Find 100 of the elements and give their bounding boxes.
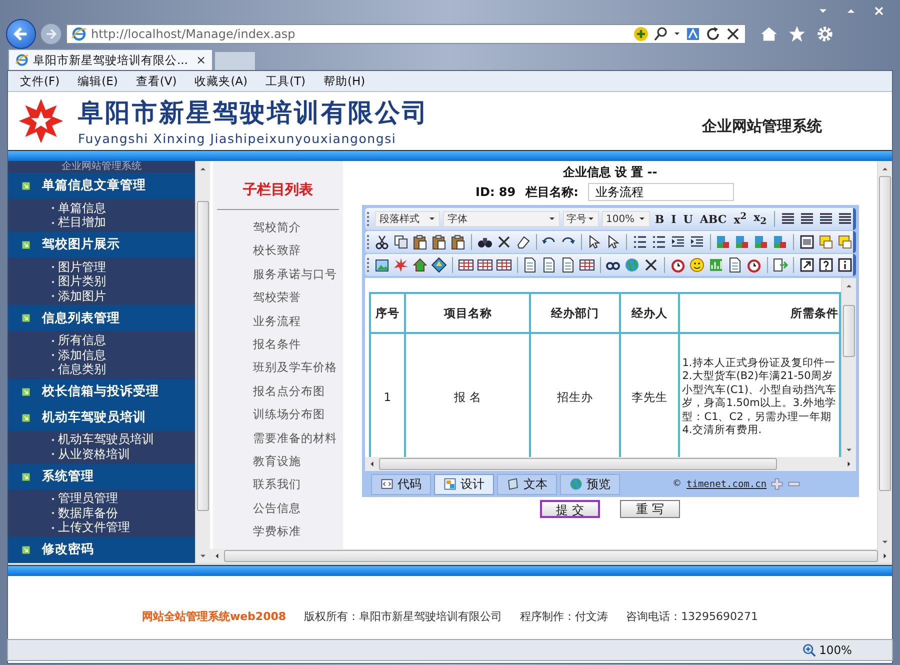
sidebar-item[interactable]: 数据库备份 xyxy=(58,504,118,522)
table-icon[interactable] xyxy=(496,257,512,273)
caret-icon[interactable] xyxy=(586,215,595,223)
home-icon[interactable] xyxy=(760,25,778,43)
sidebar-group-header[interactable]: 系统管理 xyxy=(8,464,195,490)
caret-icon[interactable] xyxy=(548,215,556,223)
clipboard-icon[interactable] xyxy=(431,234,448,250)
stop-icon[interactable] xyxy=(725,26,741,42)
zoom-in-icon[interactable] xyxy=(770,477,784,491)
house-icon[interactable] xyxy=(412,257,428,273)
page-icon[interactable] xyxy=(541,257,557,273)
caret-icon[interactable] xyxy=(428,215,436,223)
menu-item[interactable]: 查看(V) xyxy=(136,74,177,88)
browser-tab[interactable]: 阜阳市新星驾驶培训有限公... × xyxy=(8,49,214,70)
page-scrollbar[interactable] xyxy=(877,161,892,549)
page-icon[interactable] xyxy=(522,257,538,273)
burst-icon[interactable] xyxy=(393,257,410,273)
sub-column-link[interactable]: 公告信息 xyxy=(217,496,339,520)
sub-column-link[interactable]: 训练场分布图 xyxy=(217,403,339,427)
forward-button[interactable] xyxy=(40,23,62,45)
menu-item[interactable]: 编辑(E) xyxy=(78,74,118,88)
sub-column-link[interactable]: 业务流程 xyxy=(217,310,339,333)
clock-icon[interactable] xyxy=(670,257,686,273)
sidebar-scrollbar[interactable] xyxy=(195,161,210,563)
settings-icon[interactable] xyxy=(816,25,834,43)
sidebar-item[interactable]: 上传文件管理 xyxy=(58,519,130,536)
smiley-icon[interactable] xyxy=(688,257,705,273)
text-icon[interactable] xyxy=(506,477,520,491)
dropdown-field[interactable]: 字体 xyxy=(443,211,560,227)
browser-logo-icon[interactable] xyxy=(15,53,29,67)
form-button[interactable]: 重 写 xyxy=(620,500,680,518)
sidebar-group-header[interactable]: 信息列表管理 xyxy=(8,305,195,332)
clipboard-icon[interactable] xyxy=(412,234,428,250)
color-icon[interactable] xyxy=(753,234,770,250)
menu-item[interactable]: 帮助(H) xyxy=(324,74,366,88)
browser-logo-icon[interactable] xyxy=(71,26,87,42)
credit-link[interactable]: timenet.com.cn xyxy=(686,478,767,490)
table-icon[interactable] xyxy=(476,257,493,273)
star-logo-icon[interactable] xyxy=(18,98,64,144)
scroll-thumb[interactable] xyxy=(842,305,854,357)
mode-tab[interactable]: 文本 xyxy=(496,474,556,494)
search-icon[interactable] xyxy=(653,26,669,42)
sub-column-link[interactable]: 学费标准 xyxy=(217,520,339,544)
compatibility-icon[interactable] xyxy=(685,26,701,42)
zoom-level[interactable]: 100% xyxy=(819,643,852,657)
format-button[interactable]: B xyxy=(652,210,666,228)
color-icon[interactable] xyxy=(772,234,788,250)
sub-column-link[interactable]: 需要准备的材料 xyxy=(217,426,339,450)
sidebar-item[interactable]: 添加图片 xyxy=(58,288,106,305)
export-icon[interactable] xyxy=(772,257,788,273)
caret-icon[interactable] xyxy=(673,30,681,38)
popout-icon[interactable] xyxy=(798,257,814,273)
table-icon[interactable] xyxy=(579,257,595,273)
clipboard-icon[interactable] xyxy=(450,234,466,250)
format-button[interactable]: ABC xyxy=(698,210,729,228)
format-button[interactable]: I xyxy=(669,210,678,228)
sidebar-item[interactable]: 信息类别 xyxy=(58,361,106,378)
sidebar-item[interactable]: 图片管理 xyxy=(58,258,106,276)
sub-column-link[interactable]: 驾校荣誉 xyxy=(217,286,339,310)
eraser-icon[interactable] xyxy=(514,234,531,250)
scroll-thumb[interactable] xyxy=(197,201,209,511)
menu-item[interactable]: 收藏夹(A) xyxy=(194,74,248,88)
horizontal-scrollbar[interactable] xyxy=(210,549,892,563)
scroll-thumb[interactable] xyxy=(224,550,878,562)
sidebar-group-header[interactable]: 修改密码 xyxy=(8,537,195,563)
design-icon[interactable] xyxy=(442,477,456,491)
delete-icon[interactable] xyxy=(643,257,660,273)
code-icon[interactable] xyxy=(380,477,394,491)
frame-icon[interactable] xyxy=(798,234,814,250)
help-icon[interactable] xyxy=(818,257,834,273)
scroll-thumb[interactable] xyxy=(378,458,777,470)
color-icon[interactable] xyxy=(734,234,750,250)
table-icon[interactable] xyxy=(458,257,474,273)
note-icon[interactable] xyxy=(818,234,834,250)
sidebar-group-header[interactable]: 机动车驾驶员培训 xyxy=(8,404,195,431)
back-button[interactable] xyxy=(6,19,36,49)
refresh-icon[interactable] xyxy=(705,26,721,42)
sidebar-item[interactable]: 管理员管理 xyxy=(58,490,118,508)
sub-column-link[interactable]: 报名条件 xyxy=(217,332,339,356)
info-icon[interactable] xyxy=(836,257,852,273)
close-icon[interactable] xyxy=(872,4,886,18)
sub-column-link[interactable]: 校长致辞 xyxy=(217,239,339,263)
image-icon[interactable] xyxy=(374,257,390,273)
sidebar-item[interactable]: 机动车驾驶员培训 xyxy=(58,431,154,448)
sub-column-link[interactable]: 驾校简介 xyxy=(217,216,339,240)
sidebar-item[interactable]: 从业资格培训 xyxy=(58,446,130,463)
scrollbar[interactable] xyxy=(840,278,856,457)
mode-tab[interactable]: 代码 xyxy=(370,474,430,494)
mode-tab[interactable]: 设计 xyxy=(434,474,494,494)
dropdown-field[interactable]: 字号 xyxy=(562,211,599,227)
format-button[interactable]: x$_{2}$ xyxy=(752,210,769,228)
note-icon[interactable] xyxy=(836,234,852,250)
address-bar[interactable]: http://localhost/Manage/index.asp xyxy=(66,24,746,44)
sidebar-group-header[interactable]: 单篇信息文章管理 xyxy=(8,173,195,199)
caret-icon[interactable] xyxy=(638,215,646,223)
format-button[interactable]: U xyxy=(681,210,695,228)
scroll-thumb[interactable] xyxy=(879,176,891,491)
horizontal-scrollbar[interactable] xyxy=(364,457,856,471)
zoom-icon[interactable] xyxy=(802,643,816,657)
diamond-icon[interactable] xyxy=(431,257,448,273)
